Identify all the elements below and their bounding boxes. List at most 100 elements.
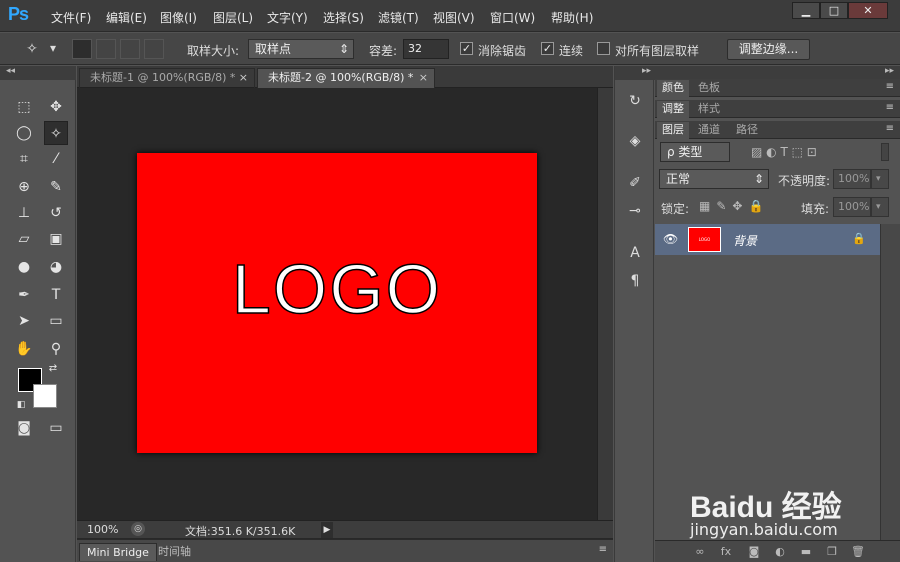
lock-option-icons[interactable]: ▦✎✥🔒 [699, 199, 769, 213]
hand-tool-icon[interactable]: ✋ [12, 337, 36, 361]
gradient-tool-icon[interactable]: ▣ [44, 227, 68, 251]
layer-row-background[interactable]: 👁 LOGO 背景 🔒 [655, 224, 880, 255]
canvas[interactable]: LOGO [137, 153, 537, 453]
fill-arrow-icon[interactable]: ▾ [871, 197, 889, 217]
brush-panel-icon[interactable]: ⊸ [623, 200, 647, 222]
opacity-arrow-icon[interactable]: ▾ [871, 169, 889, 189]
menu-layer[interactable]: 图层(L) [213, 9, 253, 26]
layer-filter-type-select[interactable]: ρ 类型 [660, 142, 730, 162]
sample-all-layers-checkbox[interactable] [597, 42, 610, 55]
maximize-button[interactable]: □ [820, 2, 848, 19]
3d-panel-icon[interactable]: ◈ [623, 130, 647, 152]
menu-window[interactable]: 窗口(W) [490, 9, 535, 26]
tab-styles[interactable]: 样式 [693, 101, 725, 118]
opacity-input[interactable]: 100% [833, 169, 871, 189]
intersect-selection-icon[interactable] [144, 39, 164, 59]
status-menu-arrow-icon[interactable]: ▶ [321, 522, 333, 538]
menu-view[interactable]: 视图(V) [433, 9, 475, 26]
path-selection-icon[interactable]: ➤ [12, 309, 36, 333]
history-brush-icon[interactable]: ↺ [44, 201, 68, 225]
subtract-selection-icon[interactable] [120, 39, 140, 59]
tab-layers[interactable]: 图层 [657, 122, 689, 139]
menu-file[interactable]: 文件(F) [51, 9, 91, 26]
screen-mode-icon[interactable]: ▭ [44, 416, 68, 440]
panel-menu-icon[interactable]: ≡ [886, 102, 894, 113]
fill-input[interactable]: 100% [833, 197, 871, 217]
dodge-tool-icon[interactable]: ◕ [44, 255, 68, 279]
dock-collapse-icon[interactable]: ▸▸ [655, 66, 900, 79]
visibility-eye-icon[interactable]: 👁 [663, 232, 678, 246]
brush-tool-icon[interactable]: ✎ [44, 175, 68, 199]
selected-logo-text[interactable]: LOGO [137, 249, 537, 329]
canvas-viewport[interactable]: LOGO [77, 88, 597, 520]
magic-wand-tool-icon[interactable]: ✧ [44, 121, 68, 145]
menu-type[interactable]: 文字(Y) [267, 9, 308, 26]
close-button[interactable]: ✕ [848, 2, 888, 19]
eraser-tool-icon[interactable]: ▱ [12, 227, 36, 251]
add-selection-icon[interactable] [96, 39, 116, 59]
menu-select[interactable]: 选择(S) [323, 9, 364, 26]
type-tool-icon[interactable]: T [44, 283, 68, 307]
menu-bar: Ps 文件(F) 编辑(E) 图像(I) 图层(L) 文字(Y) 选择(S) 滤… [0, 0, 900, 32]
menu-filter[interactable]: 滤镜(T) [378, 9, 419, 26]
menu-help[interactable]: 帮助(H) [551, 9, 593, 26]
zoom-tool-icon[interactable]: ⚲ [44, 337, 68, 361]
sample-size-select[interactable]: 取样点 ⇕ [248, 39, 354, 59]
paragraph-panel-icon[interactable]: ¶ [623, 270, 647, 292]
layer-name[interactable]: 背景 [733, 232, 757, 249]
history-panel-icon[interactable]: ↻ [623, 90, 647, 112]
background-color-swatch[interactable] [33, 384, 57, 408]
new-selection-icon[interactable] [72, 39, 92, 59]
marquee-tool-icon[interactable]: ⬚ [12, 95, 36, 119]
default-colors-icon[interactable]: ◧ [14, 398, 28, 412]
tab-mini-bridge[interactable]: Mini Bridge [79, 543, 157, 561]
panel-menu-icon[interactable]: ≡ [599, 544, 607, 555]
tab-channels[interactable]: 通道 [693, 122, 725, 139]
tab-adjustments[interactable]: 调整 [657, 101, 689, 118]
tab-timeline[interactable]: 时间轴 [151, 543, 198, 561]
panel-menu-icon[interactable]: ≡ [886, 123, 894, 134]
tab-paths[interactable]: 路径 [731, 122, 763, 139]
crop-tool-icon[interactable]: ⌗ [12, 147, 36, 171]
healing-brush-icon[interactable]: ⊕ [12, 175, 36, 199]
tab-untitled-2[interactable]: 未标题-2 @ 100%(RGB/8) * × [257, 68, 435, 88]
character-panel-icon[interactable]: A [623, 242, 647, 264]
preset-dropdown-arrow-icon[interactable]: ▾ [50, 41, 56, 55]
zoom-level[interactable]: 100% [87, 523, 118, 536]
blur-tool-icon[interactable]: ● [12, 255, 36, 279]
toolbox-collapse-icon[interactable]: ◂◂ [0, 66, 76, 80]
rectangle-tool-icon[interactable]: ▭ [44, 309, 68, 333]
close-icon[interactable]: × [419, 69, 428, 87]
expand-panels-icon[interactable]: ▸▸ [615, 66, 655, 80]
panel-menu-icon[interactable]: ≡ [886, 81, 894, 92]
tab-swatches[interactable]: 色板 [693, 80, 725, 97]
status-info-icon[interactable]: ◎ [131, 522, 145, 536]
filter-toggle[interactable] [881, 143, 889, 161]
lasso-tool-icon[interactable]: ◯ [12, 121, 36, 145]
minimize-button[interactable]: ▁ [792, 2, 820, 19]
tab-untitled-1[interactable]: 未标题-1 @ 100%(RGB/8) * × [79, 68, 255, 88]
tab-color[interactable]: 颜色 [657, 80, 689, 97]
brush-presets-icon[interactable]: ✐ [623, 172, 647, 194]
layer-lock-icon: 🔒 [852, 232, 866, 245]
vertical-scrollbar[interactable] [597, 88, 613, 520]
move-tool-icon[interactable]: ✥ [44, 95, 68, 119]
magic-wand-preset-icon[interactable]: ✧ [20, 37, 44, 61]
layer-filter-icons[interactable]: ▨ ◐ T ⬚ ⊡ [751, 145, 817, 159]
opacity-label: 不透明度: [778, 174, 831, 188]
refine-edge-button[interactable]: 调整边缘... [727, 39, 810, 60]
contiguous-checkbox[interactable]: ✓ [541, 42, 554, 55]
quick-mask-icon[interactable]: ◙ [12, 416, 36, 440]
blend-mode-select[interactable]: 正常 ⇕ [659, 169, 769, 189]
menu-edit[interactable]: 编辑(E) [106, 9, 147, 26]
sample-size-arrow-icon: ⇕ [338, 42, 349, 56]
pen-tool-icon[interactable]: ✒ [12, 283, 36, 307]
clone-stamp-icon[interactable]: ⊥ [12, 201, 36, 225]
tolerance-input[interactable]: 32 [403, 39, 449, 59]
close-icon[interactable]: × [239, 69, 248, 87]
anti-alias-checkbox[interactable]: ✓ [460, 42, 473, 55]
swap-colors-icon[interactable]: ⇄ [46, 362, 60, 376]
layer-thumbnail: LOGO [688, 227, 721, 252]
eyedropper-tool-icon[interactable]: ⁄ [44, 147, 68, 171]
menu-image[interactable]: 图像(I) [160, 9, 197, 26]
